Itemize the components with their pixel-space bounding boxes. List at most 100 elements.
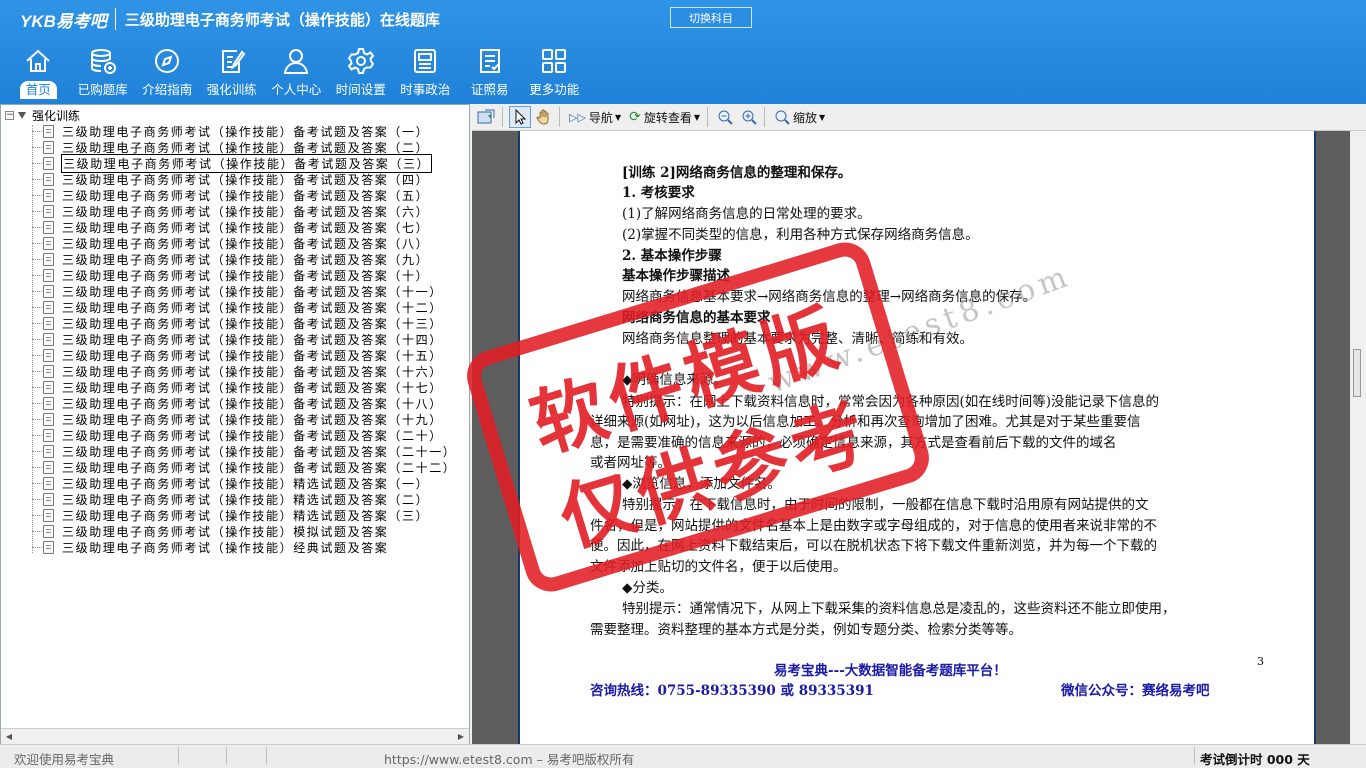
tree-item-label: 三级助理电子商务师考试（操作技能）备考试题及答案（十一） bbox=[62, 284, 443, 299]
tree-item[interactable]: 三级助理电子商务师考试（操作技能）备考试题及答案（八） bbox=[32, 235, 430, 251]
database-icon bbox=[88, 46, 118, 76]
tree-item-label: 三级助理电子商务师考试（操作技能）备考试题及答案（十八） bbox=[62, 396, 443, 411]
document-line: 网络商务信息的基本要求 bbox=[622, 310, 771, 326]
user-icon bbox=[281, 46, 311, 76]
collapse-icon[interactable]: − bbox=[5, 110, 14, 120]
tree-item[interactable]: 三级助理电子商务师考试（操作技能）备考试题及答案（十三） bbox=[32, 315, 444, 331]
viewer-toolbar: ▷▷ 导航 ▼ ⟳ 旋转查看 ▼ 缩放 ▼ bbox=[472, 104, 1366, 131]
rotate-button[interactable]: ⟳ 旋转查看 ▼ bbox=[626, 106, 703, 128]
tree-item[interactable]: 三级助理电子商务师考试（操作技能）备考试题及答案（五） bbox=[32, 187, 430, 203]
dropdown-arrow-icon: ▼ bbox=[693, 112, 700, 122]
nav-profile[interactable]: 个人中心 bbox=[264, 46, 329, 104]
tree-connector bbox=[32, 226, 42, 228]
tree-item[interactable]: 三级助理电子商务师考试（操作技能）备考试题及答案（十） bbox=[32, 267, 430, 283]
checklist-icon bbox=[475, 46, 505, 76]
nav-home[interactable]: 首页 bbox=[6, 46, 71, 104]
scroll-left-icon[interactable]: ◀ bbox=[3, 731, 15, 743]
tree-item[interactable]: 三级助理电子商务师考试（操作技能）备考试题及答案（四） bbox=[32, 171, 430, 187]
nav-politics[interactable]: 时事政治 bbox=[393, 46, 458, 104]
tree-item[interactable]: 三级助理电子商务师考试（操作技能）备考试题及答案（七） bbox=[32, 219, 430, 235]
tree-connector bbox=[32, 322, 42, 324]
edit-icon bbox=[217, 46, 247, 76]
nav-training[interactable]: 强化训练 bbox=[200, 46, 265, 104]
tree-item[interactable]: 三级助理电子商务师考试（操作技能）备考试题及答案（六） bbox=[32, 203, 430, 219]
tree-root[interactable]: − 强化训练 bbox=[5, 107, 80, 123]
nav-guide[interactable]: 介绍指南 bbox=[135, 46, 200, 104]
document-line: ◆浏览信息，添加文件名。 bbox=[622, 476, 781, 492]
tree-connector bbox=[32, 130, 42, 132]
document-icon bbox=[43, 460, 54, 474]
nav-training-label: 强化训练 bbox=[206, 82, 257, 97]
tree-item[interactable]: 三级助理电子商务师考试（操作技能）备考试题及答案（三） bbox=[32, 153, 433, 173]
nav-certificates[interactable]: 证照易 bbox=[458, 46, 523, 104]
document-icon bbox=[43, 412, 54, 426]
save-icon[interactable] bbox=[474, 106, 498, 128]
tree-item-label: 三级助理电子商务师考试（操作技能）备考试题及答案（七） bbox=[62, 220, 430, 235]
status-divider bbox=[226, 747, 227, 765]
gear-icon bbox=[346, 46, 376, 76]
zoom-out-icon[interactable] bbox=[714, 106, 736, 128]
tree-item-label: 三级助理电子商务师考试（操作技能）备考试题及答案（十六） bbox=[62, 364, 443, 379]
zoom-in-icon[interactable] bbox=[738, 106, 760, 128]
tree-item-label: 三级助理电子商务师考试（操作技能）精选试题及答案（二） bbox=[62, 492, 430, 507]
tree-item[interactable]: 三级助理电子商务师考试（操作技能）备考试题及答案（十七） bbox=[32, 379, 444, 395]
tree-connector bbox=[32, 514, 42, 516]
nav-time-settings[interactable]: 时间设置 bbox=[329, 46, 394, 104]
compass-icon bbox=[152, 46, 182, 76]
horizontal-scrollbar[interactable]: ◀ ▶ bbox=[1, 728, 469, 744]
tree-item[interactable]: 三级助理电子商务师考试（操作技能）备考试题及答案（二十二） bbox=[32, 459, 457, 475]
tree-connector bbox=[32, 482, 42, 484]
tree-item[interactable]: 三级助理电子商务师考试（操作技能）备考试题及答案（二十一） bbox=[32, 443, 457, 459]
tree-item[interactable]: 三级助理电子商务师考试（操作技能）经典试题及答案 bbox=[32, 539, 389, 555]
news-icon bbox=[410, 46, 440, 76]
document-line: 特别提示：在网上下载资料信息时，常常会因为各种原因(如在线时间等)没能记录下信息… bbox=[622, 394, 1160, 410]
tree-item[interactable]: 三级助理电子商务师考试（操作技能）备考试题及答案（九） bbox=[32, 251, 430, 267]
tree-connector bbox=[32, 418, 42, 420]
select-tool-icon[interactable] bbox=[509, 106, 531, 128]
tree-item[interactable]: 三级助理电子商务师考试（操作技能）备考试题及答案（二十） bbox=[32, 427, 444, 443]
nav-home-label: 首页 bbox=[19, 81, 57, 99]
tree-item[interactable]: 三级助理电子商务师考试（操作技能）精选试题及答案（二） bbox=[32, 491, 430, 507]
document-icon bbox=[43, 524, 54, 538]
tree-connector bbox=[32, 242, 42, 244]
rotate-button-label: 旋转查看 bbox=[643, 110, 692, 125]
tree-item[interactable]: 三级助理电子商务师考试（操作技能）精选试题及答案（三） bbox=[32, 507, 430, 523]
nav-profile-label: 个人中心 bbox=[271, 82, 322, 97]
document-icon bbox=[43, 540, 54, 554]
document-icon bbox=[43, 204, 54, 218]
tree-item[interactable]: 三级助理电子商务师考试（操作技能）备考试题及答案（十五） bbox=[32, 347, 444, 363]
tree-connector bbox=[32, 466, 42, 468]
document-line: 件名，但是，网站提供的文件名基本上是由数字或字母组成的，对于信息的使用者来说非常… bbox=[590, 518, 1157, 534]
tree-item[interactable]: 三级助理电子商务师考试（操作技能）备考试题及答案（十二） bbox=[32, 299, 444, 315]
scrollbar-thumb[interactable] bbox=[1353, 349, 1361, 397]
tree-item[interactable]: 三级助理电子商务师考试（操作技能）备考试题及答案（十六） bbox=[32, 363, 444, 379]
toolbar-divider bbox=[559, 107, 560, 127]
tree-connector bbox=[32, 290, 42, 292]
tree-item[interactable]: 三级助理电子商务师考试（操作技能）备考试题及答案（十八） bbox=[32, 395, 444, 411]
tree-item-label: 三级助理电子商务师考试（操作技能）备考试题及答案（十九） bbox=[62, 412, 443, 427]
nav-button[interactable]: ▷▷ 导航 ▼ bbox=[566, 106, 624, 128]
switch-subject-button[interactable]: 切换科目 bbox=[670, 7, 752, 28]
tree-item[interactable]: 三级助理电子商务师考试（操作技能）备考试题及答案（十一） bbox=[32, 283, 444, 299]
tree-connector bbox=[32, 354, 42, 356]
document-icon bbox=[43, 492, 54, 506]
status-bar: 欢迎使用易考宝典 https://www.etest8.com – 易考吧版权所… bbox=[0, 744, 1366, 768]
zoom-button[interactable]: 缩放 ▼ bbox=[771, 106, 828, 128]
hand-tool-icon[interactable] bbox=[533, 106, 555, 128]
tree-item[interactable]: 三级助理电子商务师考试（操作技能）备考试题及答案（十九） bbox=[32, 411, 444, 427]
tree-item-label: 三级助理电子商务师考试（操作技能）备考试题及答案（四） bbox=[62, 172, 430, 187]
tree-item-label: 三级助理电子商务师考试（操作技能）备考试题及答案（九） bbox=[62, 252, 430, 267]
nav-more[interactable]: 更多功能 bbox=[522, 46, 587, 104]
document-line: 息，是需要准确的信息来源的，必须确定信息来源，其方式是查看前后下载的文件的域名 bbox=[590, 435, 1117, 451]
footer-slogan: 易考宝典---大数据智能备考题库平台！ bbox=[774, 663, 1007, 679]
vertical-scrollbar[interactable] bbox=[1350, 131, 1366, 744]
document-icon bbox=[43, 300, 54, 314]
document-line: (2)掌握不同类型的信息，利用各种方式保存网络商务信息。 bbox=[622, 227, 979, 243]
scroll-right-icon[interactable]: ▶ bbox=[455, 731, 467, 743]
document-line: 1. 考核要求 bbox=[622, 185, 695, 201]
nav-purchased[interactable]: 已购题库 bbox=[71, 46, 136, 104]
tree-item[interactable]: 三级助理电子商务师考试（操作技能）备考试题及答案（一） bbox=[32, 123, 430, 139]
tree-item[interactable]: 三级助理电子商务师考试（操作技能）模拟试题及答案 bbox=[32, 523, 389, 539]
tree-item[interactable]: 三级助理电子商务师考试（操作技能）备考试题及答案（十四） bbox=[32, 331, 444, 347]
tree-item[interactable]: 三级助理电子商务师考试（操作技能）精选试题及答案（一） bbox=[32, 475, 430, 491]
